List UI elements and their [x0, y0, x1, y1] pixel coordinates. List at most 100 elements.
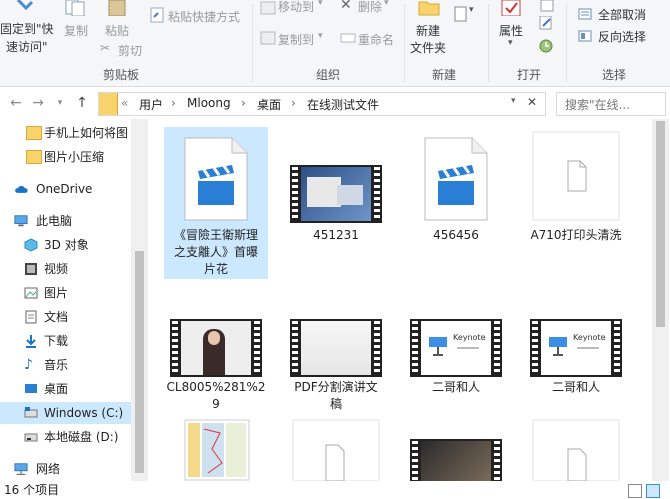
- file-name-line2: 稿: [329, 397, 342, 411]
- new-folder-button[interactable]: 新建 文件夹: [408, 0, 452, 60]
- nav-item-videos[interactable]: 视频: [0, 258, 144, 280]
- open-group-label: 打开: [517, 68, 542, 82]
- film-perforations-right: [374, 167, 380, 221]
- person-frame: [181, 321, 251, 375]
- paste-shortcut-button[interactable]: 粘贴快捷方式: [148, 6, 248, 26]
- nav-label: 手机上如何将图: [44, 126, 129, 140]
- recent-chevron-down-icon[interactable]: ▾: [52, 95, 68, 111]
- nav-item-pinned-folder-1[interactable]: 手机上如何将图: [0, 122, 144, 144]
- computer-icon: [14, 215, 28, 227]
- rename-button[interactable]: 重命名: [338, 30, 400, 48]
- file-tile[interactable]: PDF分割演讲文 稿: [284, 315, 388, 417]
- copy-button[interactable]: 复制: [58, 0, 94, 60]
- select-none-button[interactable]: 全部取消: [578, 6, 668, 24]
- keynote-title: Keynote: [573, 333, 606, 342]
- separator: [488, 4, 489, 82]
- breadcrumb-desktop[interactable]: 桌面: [257, 96, 281, 113]
- nav-item-3d-objects[interactable]: 3D 对象: [0, 234, 144, 256]
- details-view-icon[interactable]: [628, 484, 642, 498]
- copy-to-icon: [260, 31, 276, 45]
- copy-icon: [65, 0, 85, 16]
- file-tile[interactable]: Keynote 二哥和人: [404, 315, 508, 417]
- nav-label: 图片: [44, 286, 69, 300]
- music-folder-icon: ♪: [24, 357, 33, 373]
- properties-button[interactable]: 属性 ▾: [494, 0, 534, 60]
- keynote-frame: Keynote: [541, 321, 611, 375]
- screen-frame: [301, 167, 371, 221]
- breadcrumb-overflow-chevron[interactable]: «: [121, 96, 128, 110]
- paste-button[interactable]: 粘贴: [100, 0, 136, 40]
- open-icon[interactable]: [540, 0, 554, 12]
- nav-item-this-pc[interactable]: 此电脑: [0, 210, 144, 232]
- nav-scrollbar[interactable]: [131, 119, 148, 481]
- video-thumbnail: Keynote: [410, 319, 502, 377]
- cut-button[interactable]: ✂ 剪切: [100, 40, 150, 60]
- nav-item-downloads[interactable]: 下载: [0, 330, 144, 352]
- edit-icon[interactable]: [538, 16, 554, 30]
- delete-button[interactable]: ✕ 删除 ▾: [338, 0, 394, 18]
- large-icons-view-icon[interactable]: [646, 484, 660, 498]
- file-tile[interactable]: [164, 419, 268, 481]
- copy-label: 复制: [64, 24, 89, 38]
- nav-item-music[interactable]: ♪ 音乐: [0, 354, 144, 376]
- file-name-line1: 二哥和人: [431, 380, 480, 394]
- file-tile[interactable]: 456456: [404, 127, 508, 257]
- new-item-button[interactable]: ▾: [454, 4, 482, 24]
- nav-item-desktop[interactable]: 桌面: [0, 378, 144, 400]
- file-tile[interactable]: 《冒險王衛斯理 之支離人》首曝 片花: [164, 127, 268, 279]
- film-perforations-left: [292, 167, 298, 221]
- downloads-folder-icon: [26, 335, 36, 348]
- nav-scrollbar-thumb[interactable]: [135, 251, 144, 473]
- nav-item-onedrive[interactable]: OneDrive: [0, 178, 144, 200]
- copy-to-button[interactable]: 复制到 ▾: [258, 30, 330, 48]
- file-tile[interactable]: 451231: [284, 127, 388, 257]
- nav-item-pictures[interactable]: 图片: [0, 282, 144, 304]
- nav-item-drive-c[interactable]: Windows (C:): [0, 402, 144, 424]
- film-perforations-right: [494, 441, 500, 481]
- keynote-podium-icon: [549, 337, 567, 356]
- keynote-frame: Keynote: [421, 321, 491, 375]
- breadcrumb-users[interactable]: 用户: [139, 96, 163, 113]
- nav-label: 本地磁盘 (D:): [44, 430, 119, 444]
- film-perforations-right: [494, 321, 500, 375]
- file-tile[interactable]: [404, 419, 508, 481]
- file-tile[interactable]: CL8005%281%2 9: [164, 315, 268, 417]
- file-tile[interactable]: A710打印头清洗: [524, 127, 628, 257]
- keynote-subtitle-bar: [457, 347, 479, 349]
- pin-quick-access-button[interactable]: 固定到"快 速访问": [0, 0, 56, 60]
- film-perforations-right: [254, 321, 260, 375]
- back-arrow-icon[interactable]: ←: [8, 95, 24, 111]
- nav-item-network[interactable]: 网络: [0, 458, 144, 480]
- file-name-line1: A710打印头清洗: [530, 228, 622, 242]
- file-tile[interactable]: [284, 419, 388, 481]
- file-name-line1: 二哥和人: [551, 380, 600, 394]
- new-item-icon: [454, 6, 467, 22]
- forward-arrow-icon[interactable]: →: [30, 95, 46, 111]
- nav-item-documents[interactable]: 文档: [0, 306, 144, 328]
- film-perforations-left: [172, 321, 178, 375]
- breadcrumb-mloong[interactable]: Mloong: [187, 96, 231, 110]
- file-name-line3: 片花: [203, 262, 228, 276]
- up-arrow-icon[interactable]: ↑: [74, 95, 90, 111]
- breadcrumb-current[interactable]: 在线测试文件: [307, 96, 379, 113]
- move-to-button[interactable]: 移动到 ▾: [258, 0, 330, 18]
- nav-item-drive-d[interactable]: 本地磁盘 (D:): [0, 426, 144, 448]
- address-dropdown-icon[interactable]: ▾: [511, 96, 516, 106]
- pin-label-line2: 速访问": [6, 40, 48, 54]
- history-icon[interactable]: [538, 38, 554, 54]
- keynote-podium-icon: [429, 337, 447, 356]
- file-tile[interactable]: [524, 419, 628, 481]
- blank-file-icon: [532, 131, 620, 221]
- clear-icon[interactable]: ✕: [527, 95, 537, 109]
- pin-icon: [16, 0, 34, 11]
- address-bar[interactable]: « 用户 › Mloong › 桌面 › 在线测试文件 ▾ ✕: [98, 92, 546, 116]
- video-thumbnail: [290, 319, 382, 377]
- file-name-line1: CL8005%281%2: [166, 380, 266, 394]
- search-box[interactable]: 搜索"在线...: [556, 92, 666, 116]
- nav-item-pinned-folder-2[interactable]: 图片小压缩: [0, 146, 144, 168]
- search-input[interactable]: 搜索"在线...: [565, 96, 630, 113]
- invert-selection-button[interactable]: 反向选择: [578, 28, 668, 46]
- content-scrollbar[interactable]: [652, 119, 669, 481]
- content-scrollbar-thumb[interactable]: [656, 121, 665, 327]
- file-tile[interactable]: Keynote 二哥和人: [524, 315, 628, 417]
